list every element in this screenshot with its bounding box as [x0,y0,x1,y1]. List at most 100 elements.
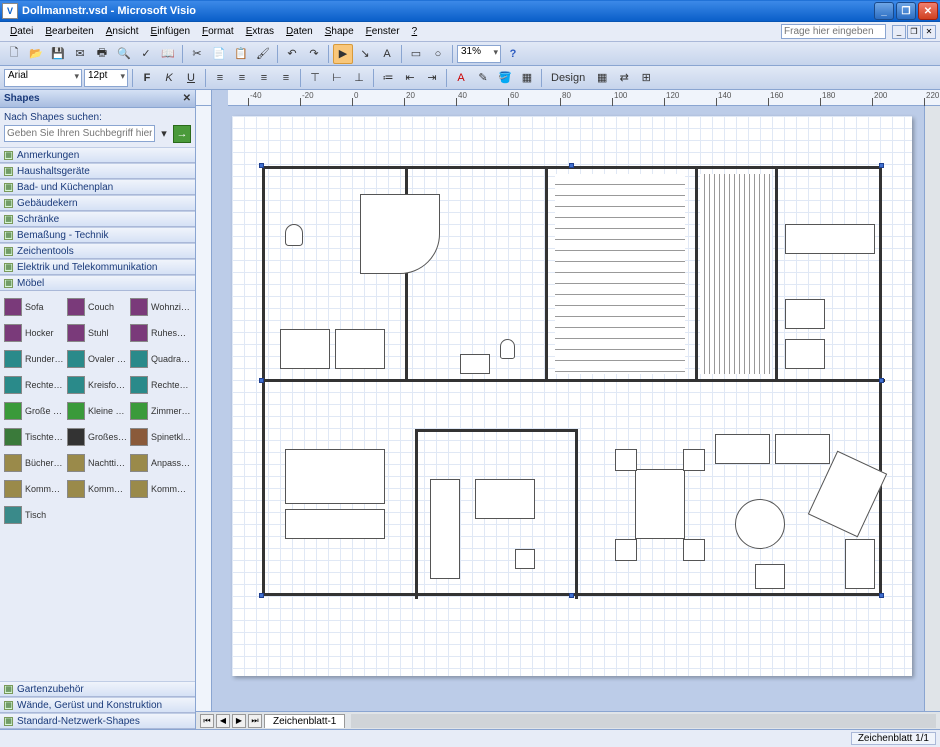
menu-ansicht[interactable]: Ansicht [100,24,145,39]
close-button[interactable]: ✕ [918,2,938,20]
zoom-combo[interactable]: 31% [457,45,501,63]
monitor-shape[interactable] [515,549,535,569]
ottoman-shape[interactable] [755,564,785,589]
font-size-combo[interactable]: 12pt [84,69,128,87]
shapes-search-dropdown[interactable]: ▾ [157,125,171,142]
print-preview-button[interactable]: 🔍 [114,44,134,64]
research-button[interactable]: 📖 [158,44,178,64]
shape-stencil-item[interactable]: Kreisform... Tisch [67,373,128,397]
sink-shape[interactable] [785,299,825,329]
mail-button[interactable]: ✉ [70,44,90,64]
menu-?[interactable]: ? [406,24,424,39]
design-button[interactable]: Design [546,68,590,88]
shape-stencil-item[interactable]: Stuhl [67,321,128,345]
help-search-input[interactable] [781,24,886,39]
shape-category[interactable]: ▦Gebäudekern [0,195,195,211]
bullets-button[interactable]: ≔ [378,68,398,88]
shape-stencil-item[interactable]: Quadrati... Tisch [130,347,191,371]
chair-shape[interactable] [683,539,705,561]
vertical-ruler[interactable] [196,106,212,711]
small-sink-shape[interactable] [460,354,490,374]
shape-stencil-item[interactable]: Wohnzim... [130,295,191,319]
shape-category[interactable]: ▦Wände, Gerüst und Konstruktion [0,697,195,713]
washbasin-shape[interactable] [280,329,330,369]
shape-stencil-item[interactable]: Sofa [4,295,65,319]
increase-indent-button[interactable]: ⇥ [422,68,442,88]
tab-next-button[interactable]: ▶ [232,714,246,728]
shape-stencil-item[interactable]: Kleine Pflanze [67,399,128,423]
text-tool-button[interactable]: A [377,44,397,64]
tab-first-button[interactable]: ⏮ [200,714,214,728]
save-button[interactable]: 💾 [48,44,68,64]
shape-stencil-item[interactable]: Runder Esstisch [4,347,65,371]
shape-stencil-item[interactable]: Ruhesessel [130,321,191,345]
toilet-shape[interactable] [285,224,303,246]
sheet-tab[interactable]: Zeichenblatt-1 [264,714,345,728]
shape-category[interactable]: ▦Gartenzubehör [0,681,195,697]
doc-minimize-button[interactable]: _ [892,25,906,39]
shape-category[interactable]: ▦Bad- und Küchenplan [0,179,195,195]
maximize-button[interactable]: ❐ [896,2,916,20]
menu-datei[interactable]: Datei [4,24,39,39]
copy-button[interactable]: 📄 [209,44,229,64]
dining-table-shape[interactable] [635,469,685,539]
italic-button[interactable]: K [159,68,179,88]
sauna-shape[interactable] [700,174,772,374]
shape-stencil-item[interactable]: Spinetkl... [130,425,191,449]
shape-stencil-item[interactable]: Rechteck... Tisch [130,373,191,397]
bold-button[interactable]: F [137,68,157,88]
chair-shape[interactable] [615,539,637,561]
align-right-button[interactable]: ≡ [254,68,274,88]
horizontal-scrollbar[interactable] [351,714,936,728]
shelf-shape[interactable] [430,479,460,579]
shape-stencil-item[interactable]: Couch [67,295,128,319]
shapes-close-button[interactable]: ✕ [183,93,191,104]
decrease-indent-button[interactable]: ⇤ [400,68,420,88]
horizontal-ruler[interactable]: -40-20020406080100120140160180200220 [228,90,940,106]
bed-shape[interactable] [285,449,385,504]
drawing-canvas[interactable] [212,106,924,711]
kitchen-counter-shape[interactable] [785,224,875,254]
align-top-button[interactable]: ⊤ [305,68,325,88]
format-painter-button[interactable]: 🖌 [253,44,273,64]
shape-stencil-item[interactable]: Anpassb... Bett [130,451,191,475]
drawing-page[interactable] [232,116,912,676]
connector-tool-button[interactable]: ↘ [355,44,375,64]
open-button[interactable]: 📂 [26,44,46,64]
doc-restore-button[interactable]: ❐ [907,25,921,39]
menu-fenster[interactable]: Fenster [360,24,406,39]
underline-button[interactable]: U [181,68,201,88]
align-middle-button[interactable]: ⊢ [327,68,347,88]
shape-stencil-item[interactable]: Tischtenni... [4,425,65,449]
doc-close-button[interactable]: ✕ [922,25,936,39]
align-justify-button[interactable]: ≡ [276,68,296,88]
shape-stencil-item[interactable]: Ovaler Esstisch [67,347,128,371]
shape-category[interactable]: ▦Haushaltsgeräte [0,163,195,179]
shape-stencil-item[interactable]: Rechteck... [4,373,65,397]
tab-last-button[interactable]: ⏭ [248,714,262,728]
redo-button[interactable]: ↷ [304,44,324,64]
stove-shape[interactable] [785,339,825,369]
toilet-small-shape[interactable] [500,339,515,359]
line-color-button[interactable]: ✎ [473,68,493,88]
font-combo[interactable]: Arial [4,69,82,87]
ellipse-tool-button[interactable]: ○ [428,44,448,64]
shape-stencil-item[interactable]: Kommode 2 Schubl. [67,477,128,501]
menu-einfügen[interactable]: Einfügen [145,24,196,39]
align-center-button[interactable]: ≡ [232,68,252,88]
menu-extras[interactable]: Extras [240,24,280,39]
shape-stencil-item[interactable]: Kommode 3 Schubl. [130,477,191,501]
shape-category[interactable]: ▦Anmerkungen [0,147,195,163]
new-button[interactable]: 🗋 [4,44,24,64]
shape-category[interactable]: ▦Schränke [0,211,195,227]
layout-button[interactable]: ⊞ [636,68,656,88]
stairs-shape[interactable] [555,174,685,374]
counter-shape[interactable] [335,329,385,369]
print-button[interactable]: 🖶 [92,44,112,64]
font-color-button[interactable]: A [451,68,471,88]
paste-button[interactable]: 📋 [231,44,251,64]
spellcheck-button[interactable]: ✓ [136,44,156,64]
shape-stencil-item[interactable]: Kommode [4,477,65,501]
shape-category[interactable]: ▦Standard-Netzwerk-Shapes [0,713,195,729]
shape-stencil-item[interactable]: Tisch [4,503,65,527]
